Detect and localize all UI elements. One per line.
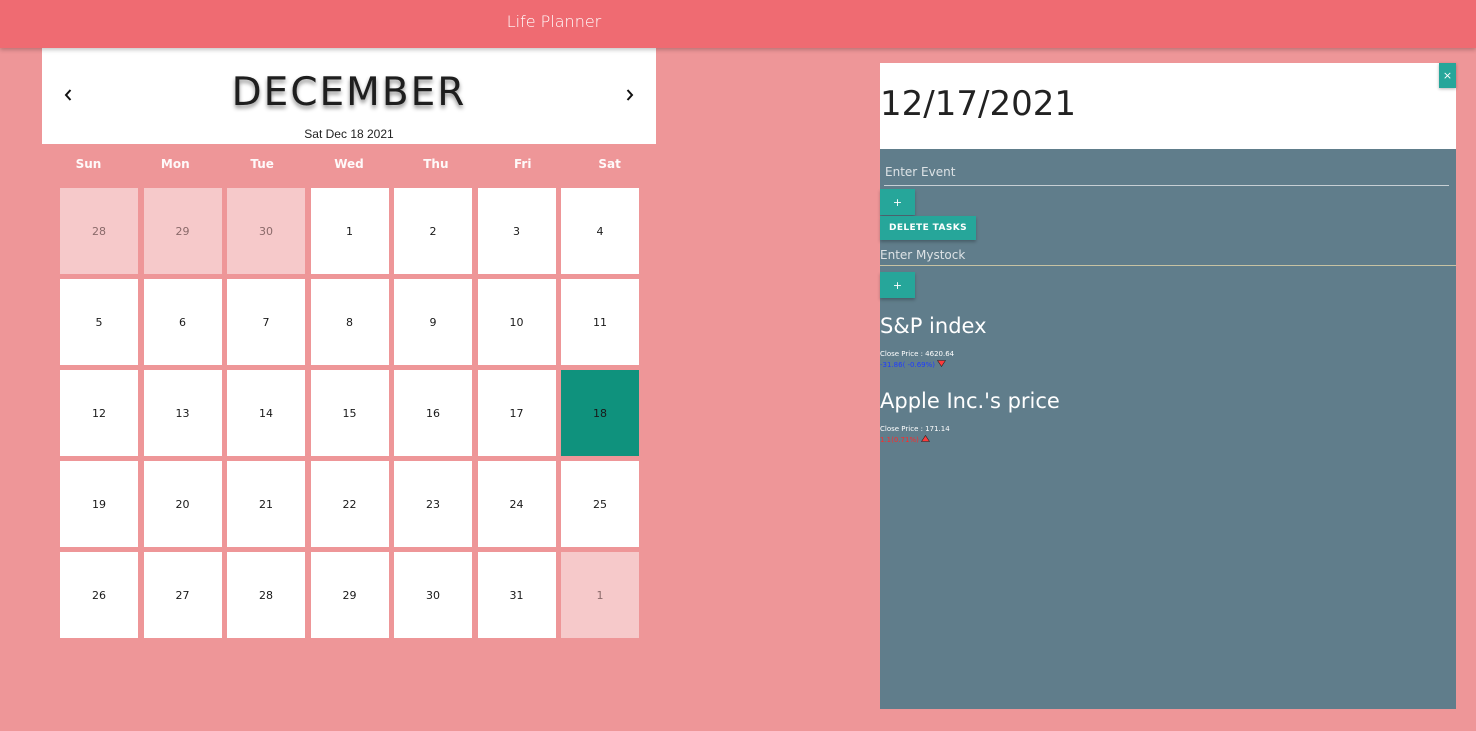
weekday-label: Sat: [598, 157, 621, 171]
weekday-label: Sun: [75, 157, 102, 171]
calendar-day[interactable]: 11: [561, 279, 639, 365]
calendar-day[interactable]: 10: [477, 279, 556, 365]
calendar-day[interactable]: 24: [477, 461, 556, 547]
calendar-day[interactable]: 22: [310, 461, 389, 547]
stock-title: S&P index: [880, 314, 987, 338]
calendar-day[interactable]: 4: [561, 188, 639, 274]
calendar-day[interactable]: 7: [227, 279, 305, 365]
calendar-day[interactable]: 27: [143, 552, 222, 638]
add-stock-button[interactable]: +: [880, 272, 915, 298]
stock-close-price: Close Price : 4620.64: [880, 350, 955, 358]
stock-input[interactable]: [880, 244, 1456, 266]
calendar-day[interactable]: 5: [60, 279, 138, 365]
stock-close-price: Close Price : 171.14: [880, 425, 950, 433]
calendar-day[interactable]: 20: [143, 461, 222, 547]
calendar-day[interactable]: 2: [394, 188, 472, 274]
calendar-day[interactable]: 29: [310, 552, 389, 638]
stock-change-value: 1.1(0.71%): [880, 435, 919, 444]
plus-icon: +: [892, 195, 903, 209]
calendar-day[interactable]: 30: [227, 188, 305, 274]
calendar-day[interactable]: 13: [143, 370, 222, 456]
weekday-label: Tue: [250, 157, 274, 171]
stock-change: 1.1(0.71%): [880, 434, 930, 444]
weekday-label: Fri: [513, 157, 532, 171]
selected-date-card: 12/17/2021: [880, 63, 1456, 149]
chevron-right-icon: [626, 89, 634, 101]
calendar-day[interactable]: 26: [60, 552, 138, 638]
month-title: DECEMBER: [231, 70, 467, 115]
calendar-day-selected[interactable]: 18: [561, 370, 639, 456]
calendar-day[interactable]: 12: [60, 370, 138, 456]
calendar-day[interactable]: 3: [477, 188, 556, 274]
calendar-day[interactable]: 16: [394, 370, 472, 456]
calendar-day[interactable]: 9: [394, 279, 472, 365]
calendar-header: DECEMBER Sat Dec 18 2021: [42, 48, 656, 144]
stock-change: -31.86( -0.69%): [880, 360, 947, 369]
app-title: Life Planner: [506, 12, 602, 31]
close-panel-button[interactable]: ×: [1439, 63, 1456, 88]
close-icon: ×: [1442, 69, 1453, 82]
weekday-label: Mon: [160, 157, 190, 171]
event-input[interactable]: [884, 159, 1449, 186]
calendar-day[interactable]: 1: [310, 188, 389, 274]
triangle-up-icon: [920, 434, 930, 444]
plus-icon: +: [892, 278, 903, 292]
triangle-down-icon: [936, 360, 947, 369]
weekday-label: Wed: [334, 157, 364, 171]
calendar-day[interactable]: 6: [143, 279, 222, 365]
calendar-day-grid: 28 29 30 1 2 3 4 5 6 7 8 9 10 11 12 13 14 15 16 17 18 19 20 21 2…: [60, 188, 642, 638]
calendar-day[interactable]: 14: [227, 370, 305, 456]
calendar-day[interactable]: 31: [477, 552, 556, 638]
calendar-day[interactable]: 30: [394, 552, 472, 638]
delete-tasks-button[interactable]: DELETE TASKS: [880, 216, 976, 240]
weekday-row: Sun Mon Tue Wed Thu Fri Sat: [45, 157, 653, 171]
calendar-day[interactable]: 28: [60, 188, 138, 274]
top-app-bar: Life Planner: [0, 0, 1476, 48]
calendar-day[interactable]: 23: [394, 461, 472, 547]
calendar-day[interactable]: 15: [310, 370, 389, 456]
calendar-day[interactable]: 25: [561, 461, 639, 547]
stock-change-value: -31.86( -0.69%): [880, 360, 936, 369]
calendar-day[interactable]: 29: [143, 188, 222, 274]
add-event-button[interactable]: +: [880, 189, 915, 215]
next-month-button[interactable]: [619, 84, 641, 106]
weekday-label: Thu: [423, 157, 449, 171]
calendar-day[interactable]: 17: [477, 370, 556, 456]
calendar-day[interactable]: 28: [227, 552, 305, 638]
planner-panel: + DELETE TASKS + S&P index Close Price :…: [880, 149, 1456, 709]
calendar-day[interactable]: 8: [310, 279, 389, 365]
selected-date-title: 12/17/2021: [880, 84, 1076, 124]
calendar-day[interactable]: 21: [227, 461, 305, 547]
calendar-day[interactable]: 19: [60, 461, 138, 547]
stock-title: Apple Inc.'s price: [880, 389, 1060, 413]
current-date-label: Sat Dec 18 2021: [304, 127, 394, 141]
calendar-day[interactable]: 1: [561, 552, 639, 638]
